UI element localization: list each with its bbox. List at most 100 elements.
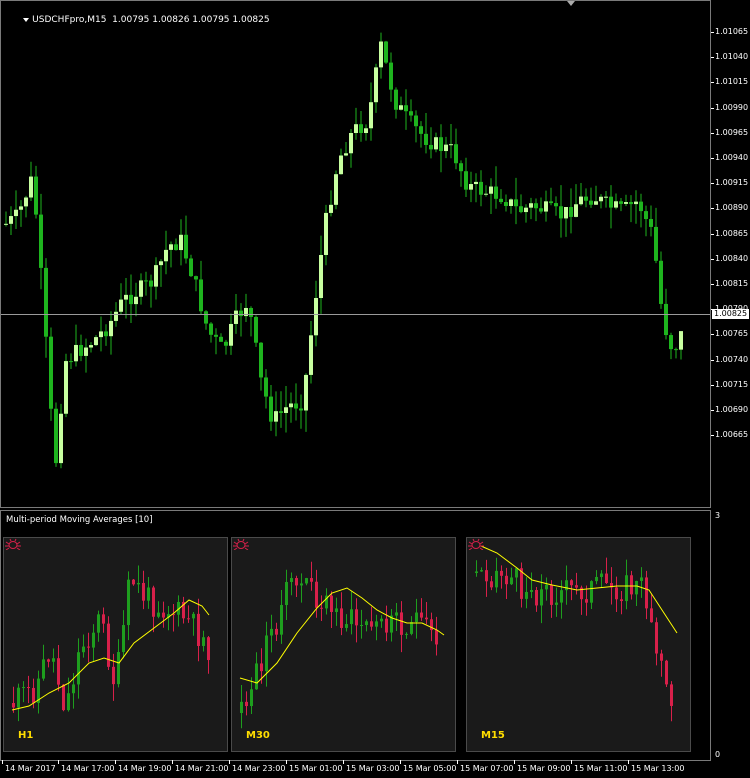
mini-candle-body	[395, 612, 398, 616]
candle-body	[634, 201, 638, 205]
mini-candle-body	[122, 625, 125, 653]
mini-candle-body	[72, 684, 75, 694]
mini-chart-h1-plot	[11, 565, 210, 722]
candle-body	[424, 133, 428, 145]
mini-candle-body	[285, 581, 288, 606]
candle-body	[304, 374, 308, 411]
mini-candle-body	[290, 578, 293, 582]
price-tick	[711, 208, 714, 210]
candle-body	[64, 361, 68, 414]
time-tick	[514, 760, 515, 764]
candle-body	[274, 411, 278, 422]
candle-body	[169, 244, 173, 250]
candle-body	[34, 176, 38, 215]
price-axis[interactable]: 3 0 1.01065 1.01040 1.01015 1.00990 1.00965 1…	[711, 0, 750, 760]
price-tick	[711, 107, 714, 109]
mini-candle-body	[485, 570, 488, 582]
main-price-pane[interactable]: USDCHFpro,M15 1.00795 1.00826 1.00795 1.…	[0, 0, 711, 508]
indicator-title: Multi-period Moving Averages [10]	[6, 515, 153, 525]
candle-body	[614, 201, 618, 208]
mini-candle-body	[57, 658, 60, 685]
time-tick	[172, 760, 173, 764]
chart-shift-marker[interactable]	[567, 1, 575, 6]
candle-body	[124, 294, 128, 300]
mini-candle-body	[535, 589, 538, 606]
price-tick	[711, 132, 714, 134]
mini-candle-body	[630, 575, 633, 595]
candle-body	[504, 202, 508, 206]
time-tick-label: 14 Mar 19:00	[118, 764, 172, 773]
mini-candle-body	[370, 621, 373, 627]
candle-body	[349, 133, 353, 154]
candle-body	[234, 310, 238, 324]
moving-average-line	[11, 599, 210, 711]
mini-candle-body	[625, 575, 628, 602]
candle-body	[479, 181, 483, 195]
candle-body	[159, 261, 163, 266]
mini-candle-body	[355, 609, 358, 626]
mini-chart-m15: M15	[466, 537, 691, 752]
candle-body	[24, 197, 28, 207]
mini-candle-body	[500, 570, 503, 576]
period-label-h1: H1	[18, 730, 34, 741]
moving-average-line	[480, 545, 678, 634]
candle-body	[494, 186, 498, 199]
mini-candle-body	[515, 568, 518, 578]
period-label-m15: M15	[481, 730, 505, 741]
candle-body	[469, 184, 473, 190]
indicator-axis-max: 3	[715, 511, 721, 520]
mini-chart-m30-plot	[239, 561, 445, 729]
candle-body	[174, 244, 178, 251]
price-tick-label: 1.00865	[715, 228, 749, 238]
symbol-quote: USDCHFpro,M15 1.00795 1.00826 1.00795 1.…	[32, 15, 270, 25]
candle-body	[639, 201, 643, 212]
candle-body	[214, 334, 218, 337]
candle-body	[574, 204, 578, 217]
candle-body	[39, 214, 43, 268]
mini-candle-body	[545, 584, 548, 590]
mini-candle-body	[480, 570, 483, 572]
candle-body	[539, 208, 543, 212]
candle-body	[464, 171, 468, 190]
bug-icon	[468, 538, 484, 550]
bid-price-label: 1.00825	[712, 309, 749, 319]
mini-candle-body	[530, 589, 533, 592]
mini-candle-body	[615, 587, 618, 600]
candle-body	[284, 407, 288, 413]
period-label-m30: M30	[246, 730, 270, 741]
candlestick-chart[interactable]	[1, 1, 710, 507]
mini-candle-body	[415, 612, 418, 623]
mini-candle-body	[265, 635, 268, 672]
candle-body	[354, 124, 358, 134]
candle-body	[319, 254, 323, 299]
mini-candle-body	[525, 591, 528, 599]
mini-candle-body	[255, 663, 258, 690]
candle-body	[649, 219, 653, 227]
mini-candle-body	[22, 687, 25, 689]
mini-chart-h1: H1	[3, 537, 228, 752]
mini-candle-body	[250, 689, 253, 707]
mini-candle-body	[300, 583, 303, 586]
mini-candle-body	[315, 581, 318, 608]
chevron-down-icon[interactable]	[23, 17, 30, 22]
mini-candle-body	[585, 599, 588, 603]
mini-candle-body	[152, 587, 155, 617]
candle-body	[669, 335, 673, 350]
time-tick	[400, 760, 401, 764]
candle-body	[444, 144, 448, 152]
time-axis[interactable]: 14 Mar 2017 14 Mar 17:00 14 Mar 19:00 14 Ma…	[0, 760, 750, 778]
candle-body	[219, 336, 223, 342]
mini-candle-body	[660, 653, 663, 661]
mini-candle-body	[335, 608, 338, 612]
time-tick	[628, 760, 629, 764]
time-tick	[58, 760, 59, 764]
candle-body	[564, 207, 568, 219]
mini-candle-body	[127, 579, 130, 626]
candle-body	[559, 206, 563, 219]
price-tick	[711, 258, 714, 260]
mini-candle-body	[380, 618, 383, 622]
candle-body	[529, 203, 533, 208]
time-tick-label: 14 Mar 23:00	[232, 764, 286, 773]
bug-icon	[5, 538, 21, 550]
price-tick	[711, 334, 714, 336]
